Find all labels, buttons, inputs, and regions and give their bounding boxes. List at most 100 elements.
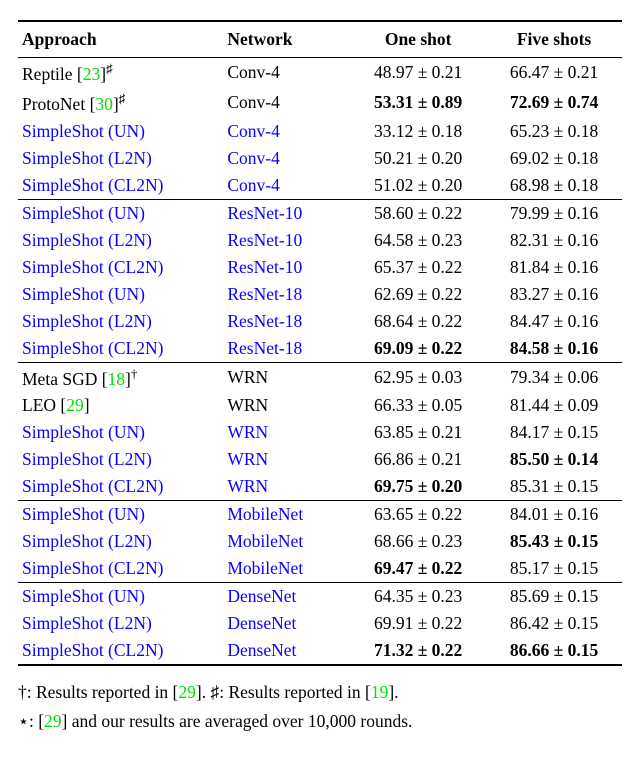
fiveshots-cell: 85.31 ± 0.15: [486, 473, 622, 501]
cite-link: 29: [178, 682, 196, 702]
network-cell: Conv-4: [223, 118, 350, 145]
fiveshots-cell: 79.34 ± 0.06: [486, 362, 622, 392]
oneshot-cell: 69.09 ± 0.22: [350, 335, 486, 363]
footnote-line-2: ⋆: [29] and our results are averaged ove…: [18, 709, 622, 734]
col-approach: Approach: [18, 21, 223, 58]
fiveshots-cell: 84.47 ± 0.16: [486, 308, 622, 335]
oneshot-cell: 66.86 ± 0.21: [350, 446, 486, 473]
network-cell: ResNet-10: [223, 254, 350, 281]
oneshot-cell: 63.65 ± 0.22: [350, 501, 486, 529]
table-row: SimpleShot (CL2N)WRN69.75 ± 0.2085.31 ± …: [18, 473, 622, 501]
table-row: SimpleShot (CL2N)ResNet-1065.37 ± 0.2281…: [18, 254, 622, 281]
cite-link: 30: [95, 94, 113, 114]
col-oneshot: One shot: [350, 21, 486, 58]
approach-cell: SimpleShot (UN): [18, 419, 223, 446]
oneshot-cell: 64.35 ± 0.23: [350, 583, 486, 611]
results-table: Approach Network One shot Five shots Rep…: [18, 20, 622, 666]
cite-link: 23: [83, 64, 101, 84]
oneshot-cell: 50.21 ± 0.20: [350, 145, 486, 172]
fiveshots-cell: 84.17 ± 0.15: [486, 419, 622, 446]
approach-cell: SimpleShot (CL2N): [18, 254, 223, 281]
approach-cell: SimpleShot (UN): [18, 281, 223, 308]
oneshot-cell: 71.32 ± 0.22: [350, 637, 486, 665]
approach-cell: SimpleShot (L2N): [18, 308, 223, 335]
approach-cell: Reptile [23]♯: [18, 58, 223, 88]
fiveshots-cell: 79.99 ± 0.16: [486, 199, 622, 227]
col-network: Network: [223, 21, 350, 58]
fiveshots-cell: 66.47 ± 0.21: [486, 58, 622, 88]
network-cell: WRN: [223, 446, 350, 473]
table-row: SimpleShot (UN)Conv-433.12 ± 0.1865.23 ±…: [18, 118, 622, 145]
oneshot-cell: 68.66 ± 0.23: [350, 528, 486, 555]
fiveshots-cell: 69.02 ± 0.18: [486, 145, 622, 172]
network-cell: WRN: [223, 362, 350, 392]
fiveshots-cell: 86.42 ± 0.15: [486, 610, 622, 637]
table-row: SimpleShot (UN)MobileNet63.65 ± 0.2284.0…: [18, 501, 622, 529]
network-cell: Conv-4: [223, 172, 350, 200]
oneshot-cell: 51.02 ± 0.20: [350, 172, 486, 200]
table-row: SimpleShot (L2N)WRN66.86 ± 0.2185.50 ± 0…: [18, 446, 622, 473]
network-cell: WRN: [223, 473, 350, 501]
table-row: SimpleShot (CL2N)Conv-451.02 ± 0.2068.98…: [18, 172, 622, 200]
network-cell: MobileNet: [223, 501, 350, 529]
table-row: Reptile [23]♯Conv-448.97 ± 0.2166.47 ± 0…: [18, 58, 622, 88]
oneshot-cell: 69.75 ± 0.20: [350, 473, 486, 501]
approach-cell: SimpleShot (UN): [18, 583, 223, 611]
approach-cell: SimpleShot (L2N): [18, 610, 223, 637]
oneshot-cell: 69.47 ± 0.22: [350, 555, 486, 583]
approach-cell: SimpleShot (L2N): [18, 528, 223, 555]
network-cell: WRN: [223, 419, 350, 446]
network-cell: MobileNet: [223, 528, 350, 555]
fiveshots-cell: 65.23 ± 0.18: [486, 118, 622, 145]
network-cell: Conv-4: [223, 88, 350, 118]
network-cell: ResNet-18: [223, 335, 350, 363]
approach-cell: SimpleShot (UN): [18, 501, 223, 529]
fiveshots-cell: 83.27 ± 0.16: [486, 281, 622, 308]
fiveshots-cell: 68.98 ± 0.18: [486, 172, 622, 200]
network-cell: ResNet-10: [223, 199, 350, 227]
approach-cell: SimpleShot (L2N): [18, 446, 223, 473]
table-row: SimpleShot (L2N)ResNet-1868.64 ± 0.2284.…: [18, 308, 622, 335]
network-cell: ResNet-18: [223, 281, 350, 308]
cite-link: 29: [66, 395, 84, 415]
fiveshots-cell: 85.43 ± 0.15: [486, 528, 622, 555]
network-cell: ResNet-10: [223, 227, 350, 254]
table-row: SimpleShot (CL2N)ResNet-1869.09 ± 0.2284…: [18, 335, 622, 363]
approach-cell: ProtoNet [30]♯: [18, 88, 223, 118]
fiveshots-cell: 82.31 ± 0.16: [486, 227, 622, 254]
fiveshots-cell: 72.69 ± 0.74: [486, 88, 622, 118]
approach-cell: SimpleShot (UN): [18, 199, 223, 227]
table-row: SimpleShot (UN)ResNet-1862.69 ± 0.2283.2…: [18, 281, 622, 308]
table-row: SimpleShot (L2N)MobileNet68.66 ± 0.2385.…: [18, 528, 622, 555]
cite-link: 18: [108, 368, 126, 388]
approach-cell: SimpleShot (CL2N): [18, 172, 223, 200]
approach-cell: SimpleShot (CL2N): [18, 637, 223, 665]
oneshot-cell: 65.37 ± 0.22: [350, 254, 486, 281]
oneshot-cell: 62.95 ± 0.03: [350, 362, 486, 392]
approach-cell: SimpleShot (UN): [18, 118, 223, 145]
fiveshots-cell: 85.69 ± 0.15: [486, 583, 622, 611]
oneshot-cell: 69.91 ± 0.22: [350, 610, 486, 637]
header-row: Approach Network One shot Five shots: [18, 21, 622, 58]
table-row: SimpleShot (L2N)DenseNet69.91 ± 0.2286.4…: [18, 610, 622, 637]
table-row: SimpleShot (UN)DenseNet64.35 ± 0.2385.69…: [18, 583, 622, 611]
oneshot-cell: 58.60 ± 0.22: [350, 199, 486, 227]
network-cell: DenseNet: [223, 637, 350, 665]
oneshot-cell: 33.12 ± 0.18: [350, 118, 486, 145]
network-cell: DenseNet: [223, 610, 350, 637]
footnote-line-1: †: Results reported in [29]. ♯: Results …: [18, 680, 622, 705]
approach-cell: SimpleShot (CL2N): [18, 555, 223, 583]
table-row: SimpleShot (UN)WRN63.85 ± 0.2184.17 ± 0.…: [18, 419, 622, 446]
oneshot-cell: 53.31 ± 0.89: [350, 88, 486, 118]
fiveshots-cell: 86.66 ± 0.15: [486, 637, 622, 665]
approach-cell: SimpleShot (CL2N): [18, 335, 223, 363]
network-cell: MobileNet: [223, 555, 350, 583]
oneshot-cell: 64.58 ± 0.23: [350, 227, 486, 254]
fiveshots-cell: 81.84 ± 0.16: [486, 254, 622, 281]
network-cell: Conv-4: [223, 58, 350, 88]
table-row: SimpleShot (CL2N)MobileNet69.47 ± 0.2285…: [18, 555, 622, 583]
fiveshots-cell: 85.50 ± 0.14: [486, 446, 622, 473]
table-row: SimpleShot (L2N)Conv-450.21 ± 0.2069.02 …: [18, 145, 622, 172]
fiveshots-cell: 84.58 ± 0.16: [486, 335, 622, 363]
col-fiveshots: Five shots: [486, 21, 622, 58]
